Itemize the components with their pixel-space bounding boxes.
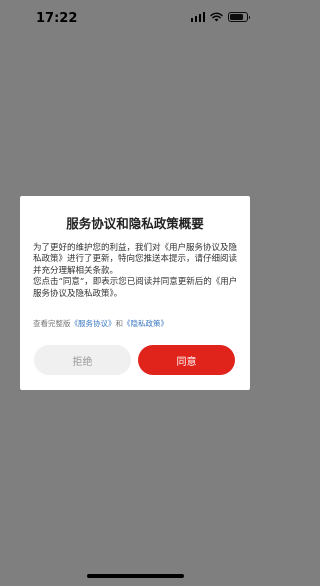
dialog-body: 为了更好的维护您的利益，我们对《用户服务协议及隐私政策》进行了更新，特向您推送本… bbox=[33, 243, 241, 300]
wifi-icon bbox=[210, 12, 223, 22]
reject-button[interactable]: 拒绝 bbox=[34, 345, 131, 375]
dialog-title: 服务协议和隐私政策概要 bbox=[66, 216, 204, 231]
body-paragraph-update-notice: 为了更好的维护您的利益，我们对《用户服务协议及隐私政策》进行了更新，特向您推送本… bbox=[33, 243, 238, 276]
cellular-signal-icon bbox=[190, 12, 205, 22]
policy-links: 查看完整版《服务协议》和《隐私政策》 bbox=[33, 318, 243, 329]
battery-icon bbox=[228, 12, 250, 22]
body-paragraph-consent: 您点击“同意”，即表示您已阅读并同意更新后的《用户服务协议及隐私政策》。 bbox=[33, 277, 238, 299]
links-prefix: 查看完整版 bbox=[33, 319, 71, 328]
service-agreement-link[interactable]: 《服务协议》 bbox=[71, 319, 116, 328]
status-bar: 17:22 bbox=[0, 0, 270, 40]
agree-button[interactable]: 同意 bbox=[138, 345, 235, 375]
status-icons bbox=[190, 12, 250, 22]
privacy-policy-dialog: 服务协议和隐私政策概要 为了更好的维护您的利益，我们对《用户服务协议及隐私政策》… bbox=[20, 196, 250, 390]
status-time: 17:22 bbox=[36, 11, 78, 26]
home-indicator[interactable] bbox=[87, 574, 184, 578]
privacy-policy-link[interactable]: 《隐私政策》 bbox=[123, 319, 168, 328]
links-connector: 和 bbox=[115, 319, 124, 328]
